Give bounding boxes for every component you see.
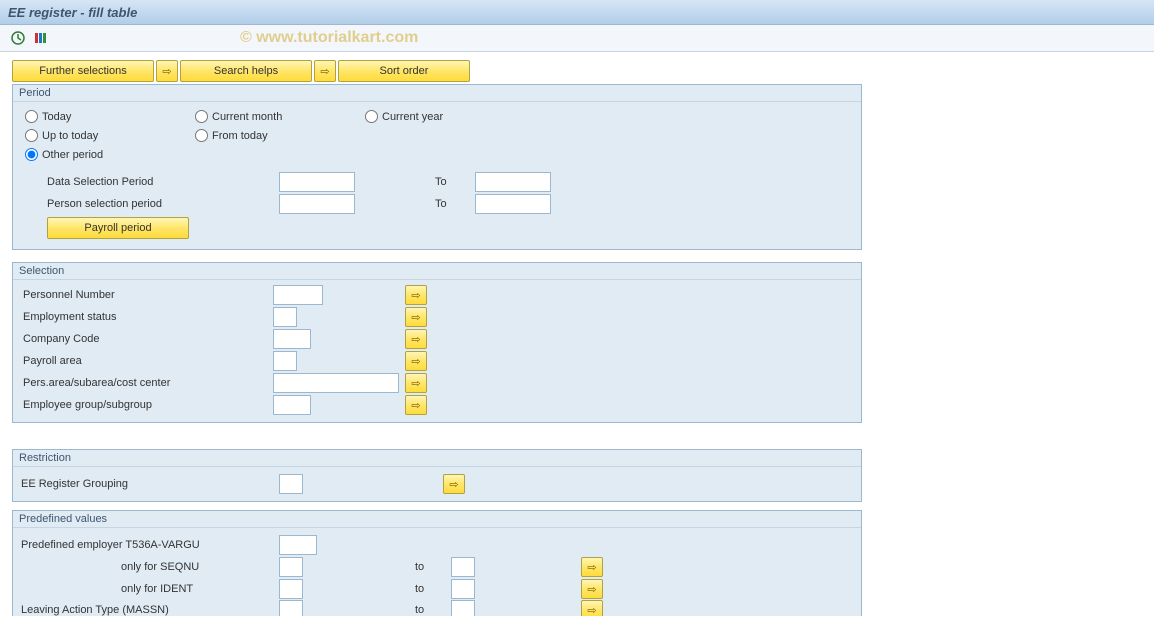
- to-label-2: To: [435, 198, 475, 210]
- to-label-ident: to: [415, 583, 451, 595]
- multi-select-button[interactable]: ⇨: [405, 395, 427, 415]
- execute-icon[interactable]: [10, 30, 26, 46]
- radio-current-month[interactable]: Current month: [195, 110, 365, 123]
- to-label-seqnu: to: [415, 561, 451, 573]
- ident-to-input[interactable]: [451, 579, 475, 599]
- watermark-text: © www.tutorialkart.com: [240, 29, 418, 47]
- multi-select-button[interactable]: ⇨: [405, 307, 427, 327]
- predefined-values-title: Predefined values: [13, 511, 861, 528]
- multi-select-button[interactable]: ⇨: [405, 351, 427, 371]
- multi-select-button[interactable]: ⇨: [581, 579, 603, 599]
- window-title-bar: EE register - fill table: [0, 0, 1154, 25]
- arrow-button-1[interactable]: ⇨: [156, 60, 178, 82]
- personnel-number-input[interactable]: [273, 285, 323, 305]
- search-helps-button[interactable]: Search helps: [180, 60, 312, 82]
- ident-from-input[interactable]: [279, 579, 303, 599]
- person-selection-period-label: Person selection period: [47, 198, 279, 210]
- radio-from-today[interactable]: From today: [195, 129, 365, 142]
- predefined-employer-input[interactable]: [279, 535, 317, 555]
- employee-group-label: Employee group/subgroup: [21, 399, 271, 411]
- predefined-employer-label: Predefined employer T536A-VARGU: [21, 539, 279, 551]
- leaving-from-input[interactable]: [279, 600, 303, 616]
- arrow-right-icon: ⇨: [587, 583, 596, 596]
- arrow-button-2[interactable]: ⇨: [314, 60, 336, 82]
- arrow-right-icon: ⇨: [587, 604, 596, 617]
- personnel-number-label: Personnel Number: [21, 289, 271, 301]
- employment-status-input[interactable]: [273, 307, 297, 327]
- arrow-right-icon: ⇨: [411, 399, 420, 412]
- leaving-to-input[interactable]: [451, 600, 475, 616]
- arrow-right-icon: ⇨: [411, 377, 420, 390]
- arrow-right-icon: ⇨: [587, 561, 596, 574]
- ee-register-grouping-input[interactable]: [279, 474, 303, 494]
- app-toolbar: © www.tutorialkart.com: [0, 25, 1154, 52]
- radio-today[interactable]: Today: [25, 110, 195, 123]
- arrow-right-icon: ⇨: [411, 289, 420, 302]
- data-selection-period-label: Data Selection Period: [47, 176, 279, 188]
- restriction-group-title: Restriction: [13, 450, 861, 467]
- multi-select-button[interactable]: ⇨: [581, 557, 603, 577]
- multi-select-button[interactable]: ⇨: [581, 600, 603, 616]
- employment-status-label: Employment status: [21, 311, 271, 323]
- employee-group-input[interactable]: [273, 395, 311, 415]
- multi-select-button[interactable]: ⇨: [443, 474, 465, 494]
- payroll-period-button[interactable]: Payroll period: [47, 217, 189, 239]
- to-label-leaving: to: [415, 604, 451, 616]
- radio-current-year[interactable]: Current year: [365, 110, 535, 123]
- multi-select-button[interactable]: ⇨: [405, 329, 427, 349]
- seqnu-to-input[interactable]: [451, 557, 475, 577]
- data-selection-from-input[interactable]: [279, 172, 355, 192]
- period-group: Period Today Current month Current year …: [12, 84, 862, 250]
- restriction-group: Restriction EE Register Grouping ⇨: [12, 449, 862, 502]
- variant-icon[interactable]: [32, 30, 48, 46]
- company-code-input[interactable]: [273, 329, 311, 349]
- pers-area-label: Pers.area/subarea/cost center: [21, 377, 271, 389]
- seqnu-label: only for SEQNU: [21, 561, 279, 573]
- multi-select-button[interactable]: ⇨: [405, 373, 427, 393]
- arrow-right-icon: ⇨: [320, 65, 329, 78]
- arrow-right-icon: ⇨: [411, 311, 420, 324]
- seqnu-from-input[interactable]: [279, 557, 303, 577]
- pers-area-input[interactable]: [273, 373, 399, 393]
- arrow-right-icon: ⇨: [411, 355, 420, 368]
- window-title: EE register - fill table: [8, 5, 137, 20]
- company-code-label: Company Code: [21, 333, 271, 345]
- to-label-1: To: [435, 176, 475, 188]
- multi-select-button[interactable]: ⇨: [405, 285, 427, 305]
- ident-label: only for IDENT: [21, 583, 279, 595]
- main-content: Further selections ⇨ Search helps ⇨ Sort…: [0, 52, 1154, 620]
- further-selections-button[interactable]: Further selections: [12, 60, 154, 82]
- leaving-action-label: Leaving Action Type (MASSN): [21, 604, 279, 616]
- payroll-area-label: Payroll area: [21, 355, 271, 367]
- ee-register-grouping-label: EE Register Grouping: [21, 478, 279, 490]
- arrow-right-icon: ⇨: [449, 478, 458, 491]
- arrow-right-icon: ⇨: [162, 65, 171, 78]
- radio-up-to-today[interactable]: Up to today: [25, 129, 195, 142]
- radio-other-period[interactable]: Other period: [25, 148, 195, 161]
- selection-group: Selection Personnel Number ⇨ Employment …: [12, 262, 862, 423]
- data-selection-to-input[interactable]: [475, 172, 551, 192]
- selection-group-title: Selection: [13, 263, 861, 280]
- arrow-right-icon: ⇨: [411, 333, 420, 346]
- person-selection-from-input[interactable]: [279, 194, 355, 214]
- sort-order-button[interactable]: Sort order: [338, 60, 470, 82]
- period-group-title: Period: [13, 85, 861, 102]
- person-selection-to-input[interactable]: [475, 194, 551, 214]
- predefined-values-group: Predefined values Predefined employer T5…: [12, 510, 862, 616]
- payroll-area-input[interactable]: [273, 351, 297, 371]
